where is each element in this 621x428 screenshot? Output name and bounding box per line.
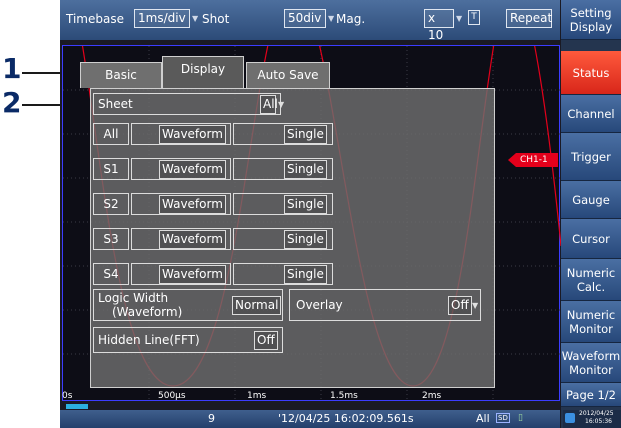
time-tick: 1.5ms bbox=[330, 391, 358, 401]
usb-icon: ▯ bbox=[518, 413, 523, 423]
tab-basic[interactable]: Basic bbox=[80, 62, 162, 88]
sheet-type-value: Waveform bbox=[159, 125, 226, 144]
logic-width-sublabel: (Waveform) bbox=[112, 305, 183, 319]
hidden-line-row: Hidden Line(FFT) Off bbox=[93, 327, 283, 353]
time-tick: 0s bbox=[62, 391, 73, 401]
callout-1: 1 bbox=[2, 52, 22, 85]
menu-channel[interactable]: Channel bbox=[561, 95, 621, 133]
sheet-name-cell[interactable]: S1 bbox=[93, 158, 129, 180]
event-count: 9 bbox=[208, 412, 215, 425]
shot-select[interactable]: 50div bbox=[284, 9, 326, 28]
mag-label: Mag. bbox=[336, 12, 366, 26]
sheet-mode-select[interactable]: Single bbox=[233, 193, 333, 215]
clock-icon bbox=[565, 413, 575, 423]
chevron-down-icon: ▼ bbox=[278, 100, 285, 109]
menu-waveform-monitor[interactable]: Waveform Monitor bbox=[561, 343, 621, 383]
sheet-mode-value: Single bbox=[284, 230, 327, 249]
chevron-down-icon: ▼ bbox=[472, 301, 479, 310]
time-tick: 2ms bbox=[422, 391, 442, 401]
sheet-mode-select[interactable]: Single bbox=[233, 158, 333, 180]
time-axis: 0s 500µs 1ms 1.5ms 2ms bbox=[60, 390, 560, 404]
chevron-down-icon: ▼ bbox=[192, 14, 199, 23]
menu-setting-display[interactable]: Setting Display bbox=[561, 0, 621, 40]
function-menu: Setting Display Status Channel Trigger G… bbox=[561, 0, 621, 428]
sheet-indicator[interactable]: All bbox=[476, 412, 490, 425]
sheet-label: Sheet bbox=[98, 97, 133, 111]
hidden-line-select[interactable]: Off bbox=[254, 331, 278, 350]
sheet-mode-select[interactable]: Single bbox=[233, 228, 333, 250]
overlay-select[interactable]: Off bbox=[448, 296, 472, 315]
channel-marker[interactable]: CH1-1 bbox=[508, 153, 558, 167]
mag-select[interactable]: x 10 bbox=[424, 9, 454, 42]
logic-width-row: Logic Width (Waveform) Normal bbox=[93, 289, 283, 321]
sheet-type-select[interactable]: Waveform bbox=[131, 263, 231, 285]
menu-page[interactable]: Page 1/2 bbox=[561, 383, 621, 407]
menu-status[interactable]: Status bbox=[561, 51, 621, 95]
clock-area: 2012/04/25 16:05:36 bbox=[563, 410, 621, 428]
timebase-select[interactable]: 1ms/div bbox=[134, 9, 190, 28]
sd-card-icon: SD bbox=[496, 413, 510, 423]
shot-label: Shot bbox=[202, 12, 230, 26]
hidden-line-label: Hidden Line(FFT) bbox=[98, 333, 200, 347]
sheet-mode-select[interactable]: Single bbox=[233, 123, 333, 145]
repeat-button[interactable]: Repeat bbox=[506, 9, 552, 28]
sheet-select[interactable]: All bbox=[260, 95, 278, 114]
clock-time: 16:05:36 bbox=[585, 418, 612, 425]
menu-trigger[interactable]: Trigger bbox=[561, 133, 621, 181]
time-tick: 1ms bbox=[247, 391, 267, 401]
menu-numeric-calc[interactable]: Numeric Calc. bbox=[561, 259, 621, 301]
sheet-name-cell[interactable]: S2 bbox=[93, 193, 129, 215]
logic-width-select[interactable]: Normal bbox=[232, 296, 282, 315]
time-tick: 500µs bbox=[158, 391, 186, 401]
sheet-row: Sheet All ▼ bbox=[93, 93, 285, 115]
sheet-type-select[interactable]: Waveform bbox=[131, 123, 231, 145]
timebase-label: Timebase bbox=[66, 12, 124, 26]
sheet-type-select[interactable]: Waveform bbox=[131, 193, 231, 215]
chevron-down-icon: ▼ bbox=[456, 14, 463, 23]
trigger-mode-icon[interactable]: T bbox=[468, 10, 480, 25]
menu-cursor[interactable]: Cursor bbox=[561, 219, 621, 259]
display-settings-panel: Sheet All ▼ All Waveform Single S1 Wavef… bbox=[90, 88, 495, 388]
instrument-screen: Timebase 1ms/div ▼ Shot 50div ▼ Mag. x 1… bbox=[60, 0, 621, 428]
scroll-position-bar[interactable] bbox=[66, 404, 88, 409]
status-bar: 9 '12/04/25 16:02:09.561s All SD ▯ bbox=[60, 410, 560, 428]
logic-width-label: Logic Width bbox=[98, 291, 169, 305]
sheet-type-value: Waveform bbox=[159, 160, 226, 179]
tab-display[interactable]: Display bbox=[162, 56, 244, 88]
menu-numeric-monitor[interactable]: Numeric Monitor bbox=[561, 301, 621, 343]
callout-2: 2 bbox=[2, 86, 22, 119]
sheet-mode-value: Single bbox=[284, 160, 327, 179]
sheet-name-cell[interactable]: S4 bbox=[93, 263, 129, 285]
sheet-type-value: Waveform bbox=[159, 195, 226, 214]
trigger-datetime: '12/04/25 16:02:09.561s bbox=[278, 412, 414, 425]
overlay-row: Overlay Off ▼ bbox=[289, 289, 481, 321]
sheet-mode-value: Single bbox=[284, 265, 327, 284]
overlay-label: Overlay bbox=[296, 298, 343, 312]
sheet-type-select[interactable]: Waveform bbox=[131, 228, 231, 250]
chevron-down-icon: ▼ bbox=[328, 14, 335, 23]
sheet-name-cell[interactable]: All bbox=[93, 123, 129, 145]
tab-auto-save[interactable]: Auto Save bbox=[246, 62, 330, 88]
sheet-type-select[interactable]: Waveform bbox=[131, 158, 231, 180]
sheet-type-value: Waveform bbox=[159, 265, 226, 284]
sheet-type-value: Waveform bbox=[159, 230, 226, 249]
sheet-mode-value: Single bbox=[284, 125, 327, 144]
clock-date: 2012/04/25 bbox=[579, 410, 614, 417]
sheet-mode-select[interactable]: Single bbox=[233, 263, 333, 285]
top-toolbar: Timebase 1ms/div ▼ Shot 50div ▼ Mag. x 1… bbox=[60, 0, 560, 42]
sheet-mode-value: Single bbox=[284, 195, 327, 214]
menu-gauge[interactable]: Gauge bbox=[561, 181, 621, 219]
sheet-name-cell[interactable]: S3 bbox=[93, 228, 129, 250]
